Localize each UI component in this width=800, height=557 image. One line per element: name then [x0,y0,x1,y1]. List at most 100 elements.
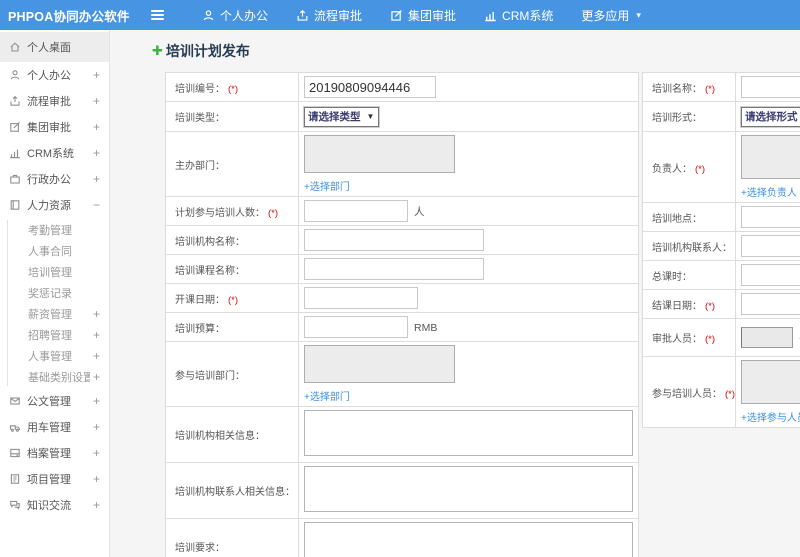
expand-icon[interactable]: + [90,68,100,82]
expand-icon[interactable]: + [90,120,100,134]
table-row: 主办部门： +选择部门 [165,131,639,197]
field-label: 培训类型： [175,113,225,124]
sidebar-item-label: CRM系统 [27,148,75,160]
institution-name-input[interactable] [304,229,484,251]
expand-icon[interactable]: + [90,498,100,512]
training-name-input[interactable] [741,76,800,98]
institution-info-textarea[interactable] [304,410,633,456]
training-type-select[interactable]: 请选择类型 ▼ [302,105,381,128]
expand-icon[interactable]: + [90,328,100,342]
required-marker: (*) [228,294,239,306]
field-label: 培训要求： [175,543,225,554]
expand-icon[interactable]: + [90,394,100,408]
sidebar-subitem-label: 薪资管理 [28,308,72,321]
sidebar-subitem-attendance[interactable]: 考勤管理 [0,219,109,240]
training-location-input[interactable] [741,206,800,228]
institution-contact-input[interactable] [741,235,800,257]
sidebar-item-personal-desktop[interactable]: 个人桌面 [0,32,109,62]
expand-icon[interactable]: + [90,370,100,384]
required-marker: (*) [705,300,716,312]
topnav-process-approval[interactable]: 流程审批 [282,0,376,30]
user-icon [202,9,215,22]
training-participants-textarea[interactable] [741,360,800,404]
course-name-input[interactable] [304,258,484,280]
expand-icon[interactable]: + [90,146,100,160]
table-row: 审批人员：(*) +选择审批人员 [641,318,800,357]
required-marker: (*) [705,83,716,95]
field-label: 培训课程名称： [175,265,245,277]
host-department-textarea[interactable] [304,135,455,173]
institution-contact-info-textarea[interactable] [304,466,633,512]
upload-icon [296,9,309,22]
select-department-link[interactable]: +选择部门 [304,392,350,403]
table-row: 负责人： (*) +选择负责人 [641,131,800,203]
expand-icon[interactable]: + [90,446,100,460]
end-date-input[interactable] [741,293,800,315]
person-in-charge-textarea[interactable] [741,135,800,179]
expand-icon[interactable]: + [90,94,100,108]
planned-participants-input[interactable] [304,200,408,222]
expand-icon[interactable]: + [90,420,100,434]
sidebar-item-label: 用车管理 [27,422,71,434]
upload-icon [9,95,27,107]
sidebar-item-label: 流程审批 [27,96,71,108]
training-number-input[interactable] [304,76,436,98]
field-label: 参与培训部门： [175,370,245,382]
topnav-more-apps[interactable]: 更多应用 ▾ [567,0,655,30]
expand-icon[interactable]: + [90,349,100,363]
expand-icon[interactable]: + [90,472,100,486]
start-date-input[interactable] [304,287,418,309]
sidebar-item-knowledge-exchange[interactable]: 知识交流 + [0,492,109,518]
user-icon [9,69,27,81]
participating-departments-textarea[interactable] [304,345,455,383]
sidebar-item-admin-office[interactable]: 行政办公 + [0,166,109,192]
hamburger-menu-icon[interactable] [140,10,174,20]
sidebar-subitem-salary-management[interactable]: 薪资管理 + [0,303,109,324]
training-form-select[interactable]: 请选择形式▼ [740,105,800,128]
caret-down-icon: ▾ [636,9,641,20]
sidebar-item-crm-system[interactable]: CRM系统 + [0,140,109,166]
sidebar-item-group-approval[interactable]: 集团审批 + [0,114,109,140]
table-row: 培训类型： 请选择类型 ▼ [165,101,639,132]
car-icon [9,421,27,433]
expand-icon[interactable]: + [90,172,100,186]
expand-icon[interactable]: + [90,307,100,321]
sidebar-item-archive-management[interactable]: 档案管理 + [0,440,109,466]
field-label: 培训机构联系人： [652,242,732,254]
select-value: 请选择类型 [308,111,361,123]
select-department-link[interactable]: +选择部门 [304,182,350,193]
sidebar-item-human-resources[interactable]: 人力资源 − [0,192,109,218]
field-label: 总课时： [652,271,692,283]
field-label: 培训预算： [175,323,225,335]
topnav-personal-office[interactable]: 个人办公 [188,0,282,30]
sidebar-item-personal-office[interactable]: 个人办公 + [0,62,109,88]
sidebar-subitem-personnel[interactable]: 人事管理 + [0,345,109,366]
budget-input[interactable] [304,316,408,338]
sidebar-item-document-management[interactable]: 公文管理 + [0,388,109,414]
sidebar-subitem-training-management[interactable]: 培训管理 [0,261,109,282]
sidebar-item-vehicle-management[interactable]: 用车管理 + [0,414,109,440]
chart-icon [9,147,27,159]
table-row: 培训机构联系人相关信息： [165,462,639,519]
required-marker: (*) [228,83,239,95]
sidebar-item-process-approval[interactable]: 流程审批 + [0,88,109,114]
sidebar-item-project-management[interactable]: 项目管理 + [0,466,109,492]
collapse-icon[interactable]: − [90,198,100,212]
select-arrow-icon: ▼ [366,112,375,121]
field-label: 培训编号： [175,83,225,95]
sidebar-item-label: 个人办公 [27,70,71,82]
approver-input[interactable] [741,327,794,348]
select-participants-link[interactable]: +选择参与人员 [741,413,800,424]
training-requirements-textarea[interactable] [304,522,633,557]
sidebar-subitem-hr-contract[interactable]: 人事合同 [0,240,109,261]
sidebar-subitem-base-category[interactable]: 基础类别设置 + [0,366,109,387]
hr-book-icon [9,199,27,211]
total-hours-input[interactable] [741,264,800,286]
sidebar-subitem-recruitment[interactable]: 招聘管理 + [0,324,109,345]
topnav-group-approval[interactable]: 集团审批 [376,0,470,30]
topnav-crm-system[interactable]: CRM系统 [470,0,567,30]
sidebar-item-label: 集团审批 [27,122,71,134]
select-person-in-charge-link[interactable]: +选择负责人 [741,188,797,199]
sidebar-subitem-reward-punishment[interactable]: 奖惩记录 [0,282,109,303]
sidebar-subitem-label: 基础类别设置 [28,371,90,384]
